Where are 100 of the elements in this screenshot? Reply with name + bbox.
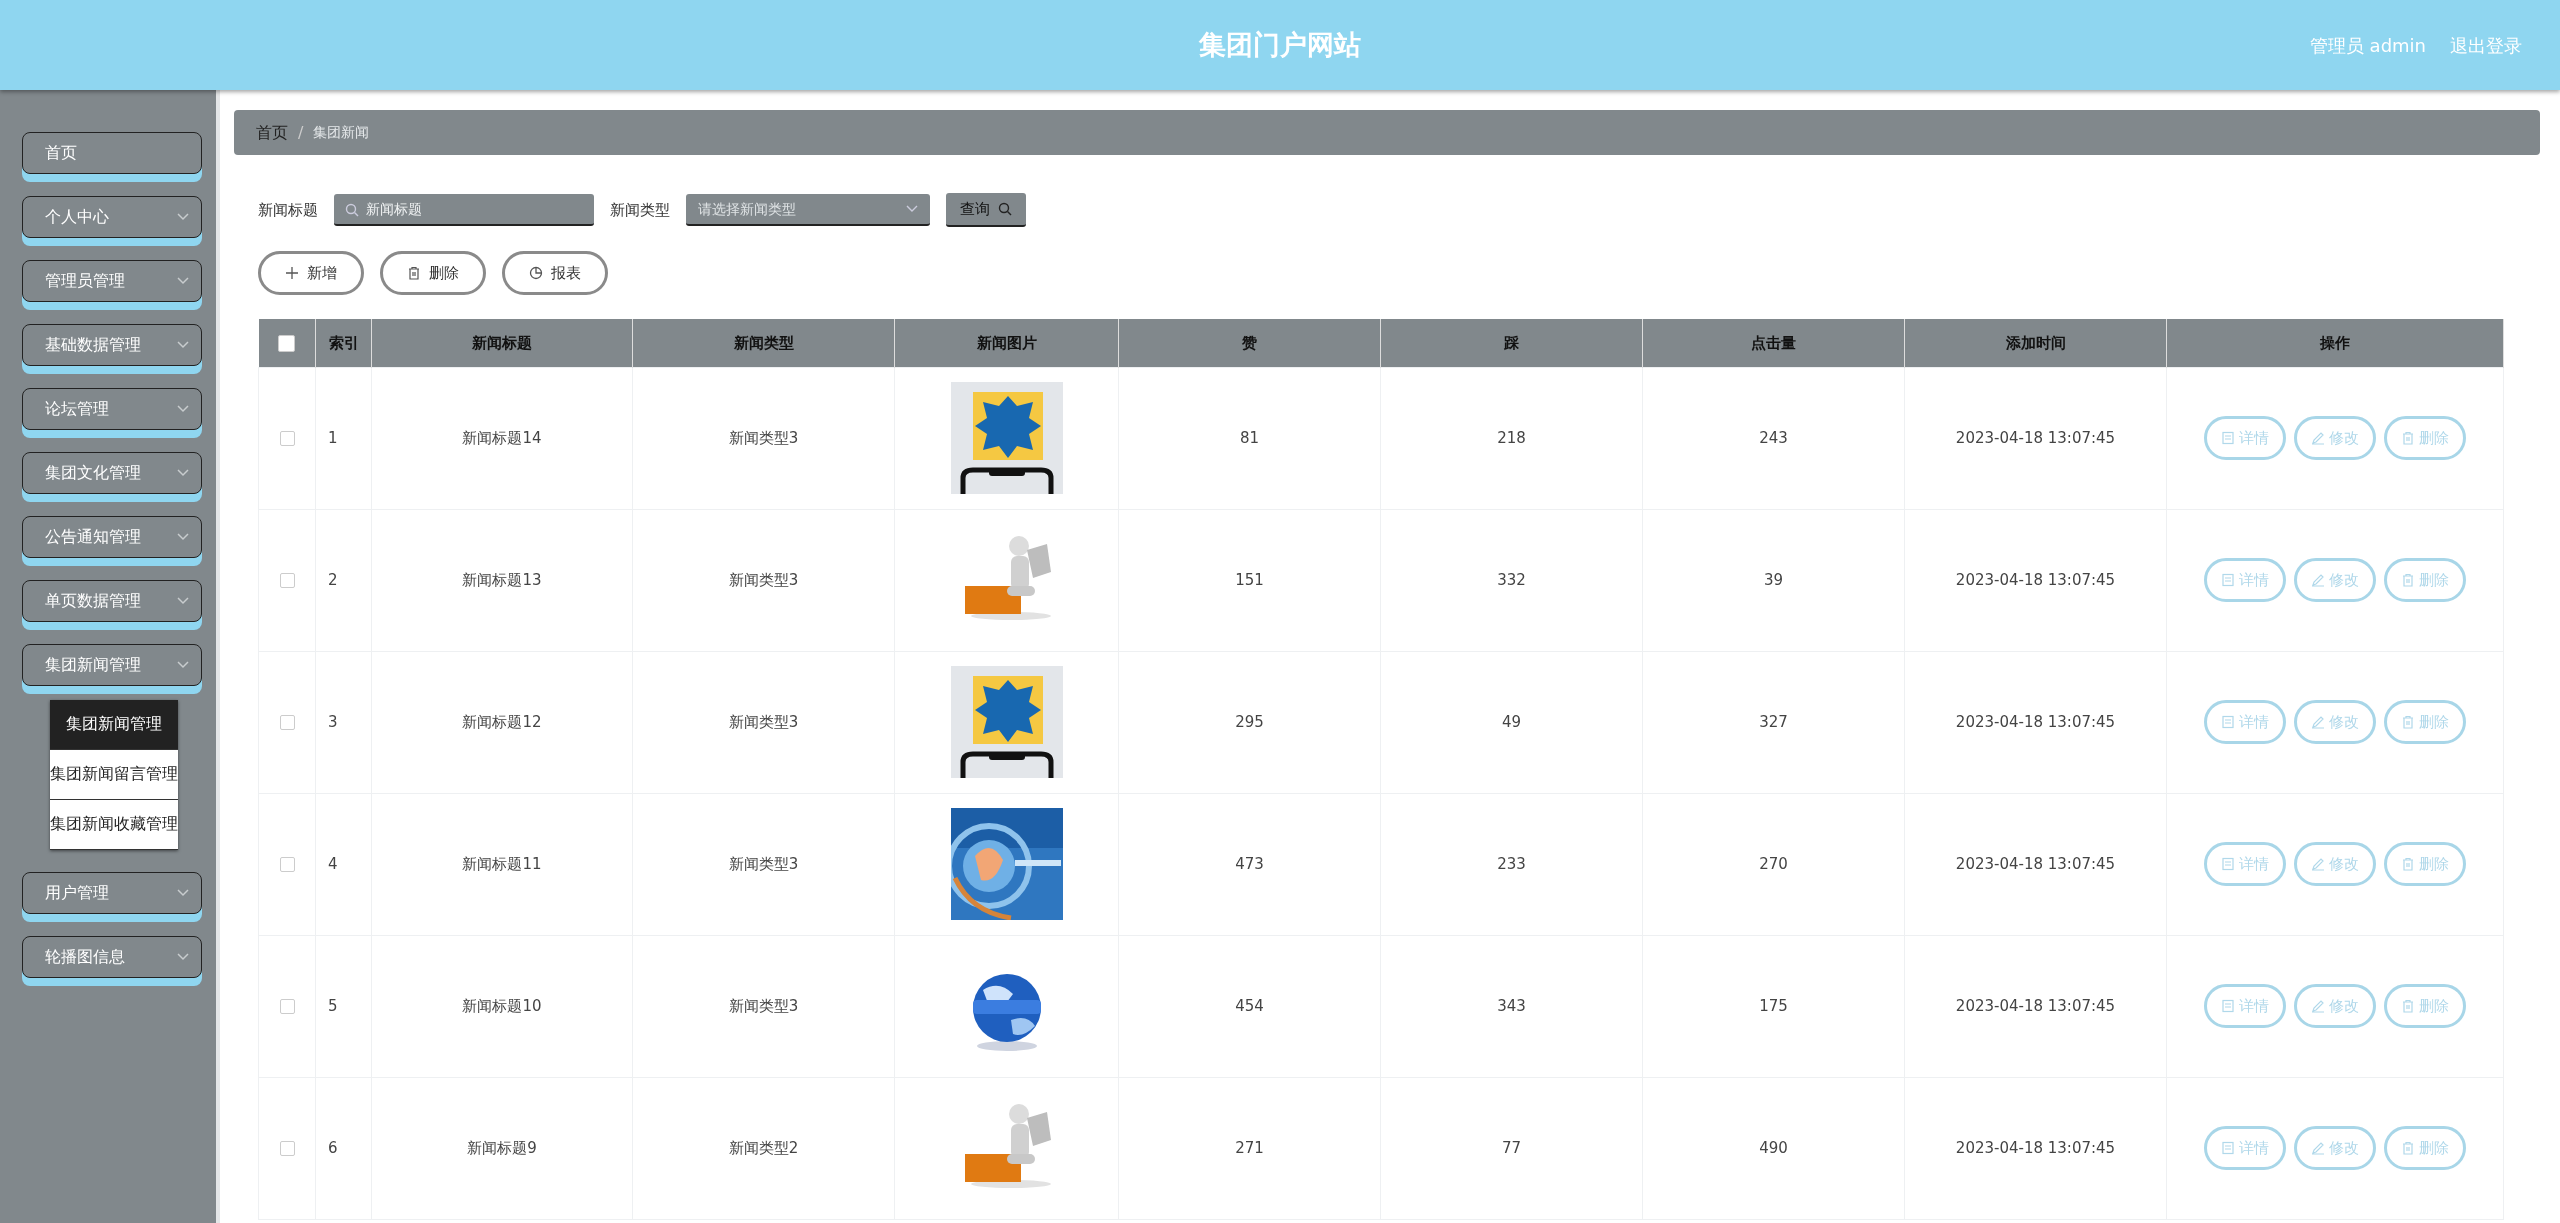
delete-button[interactable]: 删除 — [2384, 416, 2466, 460]
row-checkbox[interactable] — [279, 1140, 295, 1156]
pencil-icon — [2311, 573, 2325, 587]
table-cell: 243 — [1642, 367, 1905, 509]
table-cell: 454 — [1118, 935, 1381, 1077]
delete-button[interactable]: 删除 — [2384, 1126, 2466, 1170]
trash-icon — [2401, 1141, 2415, 1155]
trash-icon — [2401, 715, 2415, 729]
filter-label: 新闻类型 — [610, 199, 670, 221]
details-button[interactable]: 详情 — [2204, 416, 2286, 460]
column-header: 踩 — [1380, 319, 1643, 367]
table-cell: 4 — [315, 793, 372, 935]
pencil-icon — [2311, 431, 2325, 445]
select-field[interactable]: 请选择新闻类型 — [686, 194, 930, 226]
details-button[interactable]: 详情 — [2204, 1126, 2286, 1170]
details-button[interactable]: 详情 — [2204, 984, 2286, 1028]
table-cell: 5 — [315, 935, 372, 1077]
table-cell: 327 — [1642, 651, 1905, 793]
table-cell: 295 — [1118, 651, 1381, 793]
document-icon — [2221, 715, 2235, 729]
submenu-item[interactable]: 集团新闻留言管理 — [50, 750, 178, 800]
chevron-down-icon — [177, 469, 189, 477]
table-cell: 新闻类型3 — [632, 935, 895, 1077]
table-cell: 2023-04-18 13:07:45 — [1904, 935, 2167, 1077]
delete-button[interactable]: 删除 — [380, 251, 486, 295]
table-cell: 81 — [1118, 367, 1381, 509]
details-button[interactable]: 详情 — [2204, 700, 2286, 744]
chevron-down-icon — [177, 661, 189, 669]
edit-button[interactable]: 修改 — [2294, 700, 2376, 744]
column-header: 点击量 — [1642, 319, 1905, 367]
breadcrumb-current: 集团新闻 — [313, 123, 370, 142]
table-cell: 2023-04-18 13:07:45 — [1904, 1077, 2167, 1219]
pencil-icon — [2311, 999, 2325, 1013]
table-cell: 新闻类型3 — [632, 367, 895, 509]
table-cell: 新闻类型3 — [632, 651, 895, 793]
logout-link[interactable]: 退出登录 — [2450, 31, 2522, 59]
breadcrumb-separator: / — [298, 121, 304, 144]
plus-icon — [285, 266, 299, 280]
table-cell: 2023-04-18 13:07:45 — [1904, 651, 2167, 793]
chevron-down-icon — [906, 205, 918, 213]
table-cell: 175 — [1642, 935, 1905, 1077]
column-header: 添加时间 — [1904, 319, 2167, 367]
table-cell: 343 — [1380, 935, 1643, 1077]
pie-chart-icon — [529, 266, 543, 280]
table-cell: 新闻类型3 — [632, 509, 895, 651]
report-button[interactable]: 报表 — [502, 251, 608, 295]
row-checkbox[interactable] — [279, 572, 295, 588]
table-cell: 2023-04-18 13:07:45 — [1904, 367, 2167, 509]
details-button[interactable]: 详情 — [2204, 558, 2286, 602]
delete-button[interactable]: 删除 — [2384, 558, 2466, 602]
table-cell: 新闻类型3 — [632, 793, 895, 935]
trash-icon — [2401, 999, 2415, 1013]
column-header: 新闻标题 — [371, 319, 633, 367]
submenu-item[interactable]: 集团新闻管理 — [50, 700, 178, 750]
table-cell: 49 — [1380, 651, 1643, 793]
row-checkbox[interactable] — [279, 714, 295, 730]
chevron-down-icon — [177, 597, 189, 605]
trash-icon — [2401, 431, 2415, 445]
table-cell: 151 — [1118, 509, 1381, 651]
search-icon — [998, 202, 1012, 216]
chevron-down-icon — [177, 277, 189, 285]
table-cell: 473 — [1118, 793, 1381, 935]
row-checkbox[interactable] — [279, 856, 295, 872]
pencil-icon — [2311, 715, 2325, 729]
edit-button[interactable]: 修改 — [2294, 984, 2376, 1028]
table-cell: 3 — [315, 651, 372, 793]
search-field[interactable]: 新闻标题 — [334, 194, 594, 226]
user-name: 管理员 admin — [2309, 33, 2426, 58]
edit-button[interactable]: 修改 — [2294, 416, 2376, 460]
edit-button[interactable]: 修改 — [2294, 842, 2376, 886]
edit-button[interactable]: 修改 — [2294, 1126, 2376, 1170]
filter-label: 新闻标题 — [258, 199, 318, 221]
column-header: 新闻图片 — [894, 319, 1119, 367]
delete-button[interactable]: 删除 — [2384, 842, 2466, 886]
row-checkbox[interactable] — [279, 998, 295, 1014]
table-cell: 新闻标题14 — [371, 367, 633, 509]
document-icon — [2221, 1141, 2235, 1155]
table-cell: 490 — [1642, 1077, 1905, 1219]
table-cell: 332 — [1380, 509, 1643, 651]
table-cell: 271 — [1118, 1077, 1381, 1219]
trash-icon — [407, 266, 421, 280]
table-cell: 2 — [315, 509, 372, 651]
table-cell: 233 — [1380, 793, 1643, 935]
table-cell: 新闻标题10 — [371, 935, 633, 1077]
search-button[interactable]: 查询 — [946, 193, 1026, 227]
delete-button[interactable]: 删除 — [2384, 700, 2466, 744]
chevron-down-icon — [177, 213, 189, 221]
search-icon — [345, 203, 359, 217]
row-checkbox[interactable] — [279, 430, 295, 446]
delete-button[interactable]: 删除 — [2384, 984, 2466, 1028]
chevron-down-icon — [177, 405, 189, 413]
add-button[interactable]: 新增 — [258, 251, 364, 295]
table-cell: 1 — [315, 367, 372, 509]
table-cell: 218 — [1380, 367, 1643, 509]
edit-button[interactable]: 修改 — [2294, 558, 2376, 602]
pencil-icon — [2311, 1141, 2325, 1155]
details-button[interactable]: 详情 — [2204, 842, 2286, 886]
breadcrumb-link[interactable]: 首页 — [256, 120, 288, 145]
submenu-item[interactable]: 集团新闻收藏管理 — [50, 800, 178, 850]
select-all-checkbox[interactable] — [278, 334, 296, 352]
